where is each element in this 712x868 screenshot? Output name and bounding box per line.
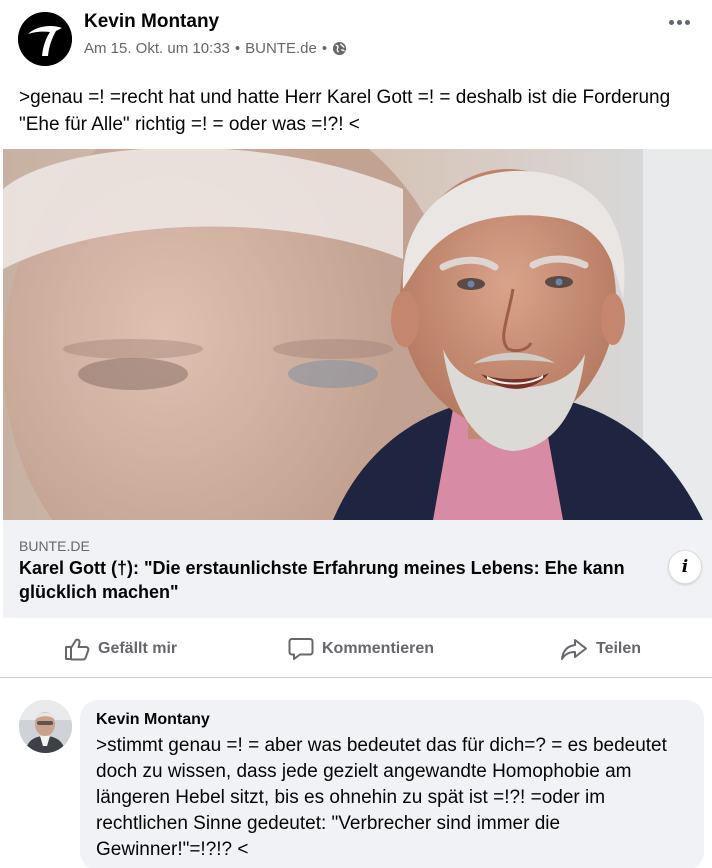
comment-text: >stimmt genau =! = aber was bedeutet das…: [96, 735, 667, 860]
post-meta: Am 15. Okt. um 10:33 • BUNTE.de •: [84, 40, 347, 57]
commenter-photo: [19, 700, 72, 753]
post-timestamp[interactable]: Am 15. Okt. um 10:33: [84, 40, 230, 57]
author-avatar[interactable]: [18, 12, 72, 66]
author-name[interactable]: Kevin Montany: [84, 11, 219, 33]
share-label: Teilen: [596, 640, 642, 657]
globe-icon[interactable]: [332, 41, 347, 56]
info-icon[interactable]: i: [668, 550, 702, 584]
more-dot: [668, 19, 674, 25]
comment-icon: [288, 638, 314, 660]
meta-separator: •: [234, 40, 241, 57]
like-label: Gefällt mir: [98, 640, 178, 657]
share-icon: [561, 639, 587, 660]
post-source[interactable]: BUNTE.de: [245, 40, 317, 57]
link-domain: BUNTE.DE: [19, 538, 90, 554]
more-dot: [676, 19, 682, 25]
post-header: Kevin Montany Am 15. Okt. um 10:33 • BUN…: [0, 0, 712, 80]
share-button[interactable]: Teilen: [560, 620, 641, 678]
comment-button[interactable]: Kommentieren: [288, 620, 434, 678]
comment-label: Kommentieren: [322, 640, 435, 657]
more-options-button[interactable]: [664, 10, 694, 34]
link-preview-card[interactable]: BUNTE.DE Karel Gott (†): "Die erstaunlic…: [3, 520, 712, 618]
comment-avatar[interactable]: [19, 700, 72, 753]
thumbs-up-icon: [65, 638, 90, 661]
link-title[interactable]: Karel Gott (†): "Die erstaunlichste Erfa…: [19, 556, 669, 604]
more-dot: [684, 19, 690, 25]
like-button[interactable]: Gefällt mir: [64, 620, 177, 678]
post-actions-bar: Gefällt mir Kommentieren Teilen: [0, 620, 712, 678]
article-photo: [3, 149, 712, 520]
comment-author[interactable]: Kevin Montany: [96, 710, 688, 730]
link-image[interactable]: [3, 149, 712, 520]
meta-separator: •: [321, 40, 328, 57]
logo-icon: [18, 12, 72, 66]
post-text: >genau =! =recht hat und hatte Herr Kare…: [19, 87, 671, 135]
comment-bubble: Kevin Montany >stimmt genau =! = aber wa…: [80, 700, 704, 868]
